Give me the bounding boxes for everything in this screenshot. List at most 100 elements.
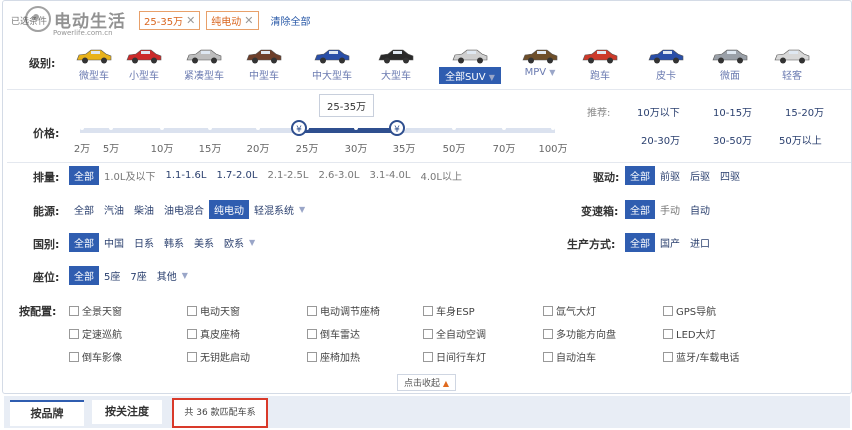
car-level-item[interactable]: 小型车 [113, 43, 175, 82]
filter-tag[interactable]: 25-35万 ✕ [139, 10, 201, 30]
checkbox-icon[interactable] [69, 351, 79, 362]
config-checkbox[interactable]: 电动天窗 [187, 303, 240, 318]
close-icon[interactable]: ✕ [186, 14, 195, 27]
recommend-link[interactable]: 10万以下 [637, 104, 680, 119]
clear-all-link[interactable]: 清除全部 [271, 13, 311, 28]
displacement-option[interactable]: 2.6-3.0L [313, 168, 364, 183]
seats-option[interactable]: 7座 [125, 266, 151, 285]
checkbox-icon[interactable] [663, 351, 673, 362]
recommend-link[interactable]: 15-20万 [785, 104, 824, 119]
seats-option[interactable]: 其他 [152, 266, 182, 285]
car-level-item[interactable]: 跑车 [569, 43, 631, 82]
checkbox-icon[interactable] [423, 351, 433, 362]
country-option[interactable]: 全部 [69, 233, 99, 252]
car-level-item[interactable]: 微面 [699, 43, 761, 82]
country-option[interactable]: 欧系 [219, 233, 249, 252]
car-level-item[interactable]: 轻客 [761, 43, 823, 82]
car-level-item[interactable]: 紧凑型车 [173, 43, 235, 82]
production-option[interactable]: 国产 [655, 233, 685, 252]
tab-brand[interactable]: 按品牌 [10, 400, 84, 426]
config-checkbox[interactable]: 日间行车灯 [423, 349, 486, 364]
checkbox-icon[interactable] [543, 305, 553, 316]
energy-option[interactable]: 全部 [69, 200, 99, 219]
checkbox-icon[interactable] [307, 351, 317, 362]
energy-option[interactable]: 柴油 [129, 200, 159, 219]
seats-option[interactable]: 5座 [99, 266, 125, 285]
production-option[interactable]: 全部 [625, 233, 655, 252]
displacement-option[interactable]: 全部 [69, 166, 99, 185]
chevron-down-icon[interactable]: ▼ [182, 271, 188, 280]
checkbox-icon[interactable] [187, 305, 197, 316]
config-checkbox[interactable]: 全景天窗 [69, 303, 122, 318]
checkbox-icon[interactable] [69, 328, 79, 339]
config-checkbox[interactable]: 倒车雷达 [307, 326, 360, 341]
drive-option[interactable]: 前驱 [655, 166, 685, 185]
displacement-option[interactable]: 2.1-2.5L [262, 168, 313, 183]
price-min-handle[interactable]: ¥ [291, 120, 307, 136]
config-checkbox[interactable]: 氙气大灯 [543, 303, 596, 318]
config-checkbox[interactable]: 多功能方向盘 [543, 326, 616, 341]
checkbox-icon[interactable] [307, 328, 317, 339]
car-level-item[interactable]: 中型车 [233, 43, 295, 82]
config-checkbox[interactable]: 座椅加热 [307, 349, 360, 364]
config-checkbox[interactable]: 全自动空调 [423, 326, 486, 341]
checkbox-icon[interactable] [187, 328, 197, 339]
checkbox-icon[interactable] [307, 305, 317, 316]
country-option[interactable]: 日系 [129, 233, 159, 252]
gearbox-option[interactable]: 手动 [655, 200, 685, 219]
checkbox-icon[interactable] [663, 305, 673, 316]
filter-tag[interactable]: 纯电动 ✕ [206, 10, 259, 30]
gearbox-option[interactable]: 全部 [625, 200, 655, 219]
car-level-item[interactable]: 中大型车 [301, 43, 363, 82]
recommend-link[interactable]: 10-15万 [713, 104, 752, 119]
seats-option[interactable]: 全部 [69, 266, 99, 285]
chevron-down-icon[interactable]: ▼ [249, 238, 255, 247]
checkbox-icon[interactable] [663, 328, 673, 339]
close-icon[interactable]: ✕ [244, 14, 253, 27]
car-level-item[interactable]: MPV ▼ [509, 43, 571, 78]
chevron-down-icon[interactable]: ▼ [299, 205, 305, 214]
displacement-option[interactable]: 4.0L以上 [415, 166, 466, 185]
tab-attention[interactable]: 按关注度 [92, 400, 162, 424]
drive-option[interactable]: 四驱 [715, 166, 745, 185]
energy-option[interactable]: 汽油 [99, 200, 129, 219]
checkbox-icon[interactable] [69, 305, 79, 316]
config-checkbox[interactable]: 定速巡航 [69, 326, 122, 341]
config-checkbox[interactable]: 自动泊车 [543, 349, 596, 364]
recommend-link[interactable]: 50万以上 [779, 132, 822, 147]
drive-option[interactable]: 后驱 [685, 166, 715, 185]
car-level-item[interactable]: 皮卡 [635, 43, 697, 82]
checkbox-icon[interactable] [423, 328, 433, 339]
country-option[interactable]: 韩系 [159, 233, 189, 252]
energy-option[interactable]: 纯电动 [209, 200, 249, 219]
production-option[interactable]: 进口 [685, 233, 715, 252]
energy-option[interactable]: 油电混合 [159, 200, 209, 219]
checkbox-icon[interactable] [543, 351, 553, 362]
config-checkbox[interactable]: 蓝牙/车载电话 [663, 349, 739, 364]
config-checkbox[interactable]: 无钥匙启动 [187, 349, 250, 364]
car-level-item[interactable]: 全部SUV ▼ [439, 43, 501, 84]
country-option[interactable]: 中国 [99, 233, 129, 252]
displacement-option[interactable]: 3.1-4.0L [364, 168, 415, 183]
checkbox-icon[interactable] [187, 351, 197, 362]
config-checkbox[interactable]: GPS导航 [663, 303, 716, 318]
gearbox-option[interactable]: 自动 [685, 200, 715, 219]
recommend-link[interactable]: 30-50万 [713, 132, 752, 147]
price-max-handle[interactable]: ¥ [389, 120, 405, 136]
config-checkbox[interactable]: 倒车影像 [69, 349, 122, 364]
country-option[interactable]: 美系 [189, 233, 219, 252]
collapse-button[interactable]: 点击收起 ▲ [397, 374, 457, 391]
checkbox-icon[interactable] [543, 328, 553, 339]
checkbox-icon[interactable] [423, 305, 433, 316]
recommend-link[interactable]: 20-30万 [641, 132, 680, 147]
drive-option[interactable]: 全部 [625, 166, 655, 185]
config-checkbox[interactable]: 车身ESP [423, 303, 475, 318]
energy-option[interactable]: 轻混系统 [249, 200, 299, 219]
config-checkbox[interactable]: 真皮座椅 [187, 326, 240, 341]
displacement-option[interactable]: 1.1-1.6L [160, 168, 211, 183]
displacement-option[interactable]: 1.0L及以下 [99, 166, 160, 185]
car-level-item[interactable]: 大型车 [365, 43, 427, 82]
displacement-option[interactable]: 1.7-2.0L [211, 168, 262, 183]
config-checkbox[interactable]: 电动调节座椅 [307, 303, 380, 318]
config-checkbox[interactable]: LED大灯 [663, 326, 716, 341]
